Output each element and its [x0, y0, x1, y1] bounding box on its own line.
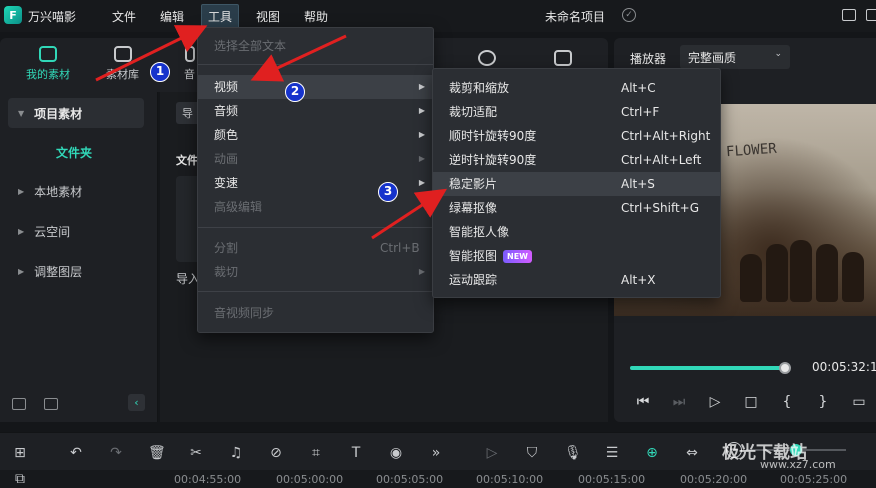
watermark-url: www.xz7.com [760, 458, 836, 471]
arrow-step-2 [250, 34, 347, 82]
step-marker-3: 3 [378, 182, 398, 202]
annotation-arrows [95, 25, 448, 240]
arrow-step-1 [95, 25, 208, 82]
step-marker-1: 1 [150, 62, 170, 82]
step-marker-2: 2 [285, 82, 305, 102]
